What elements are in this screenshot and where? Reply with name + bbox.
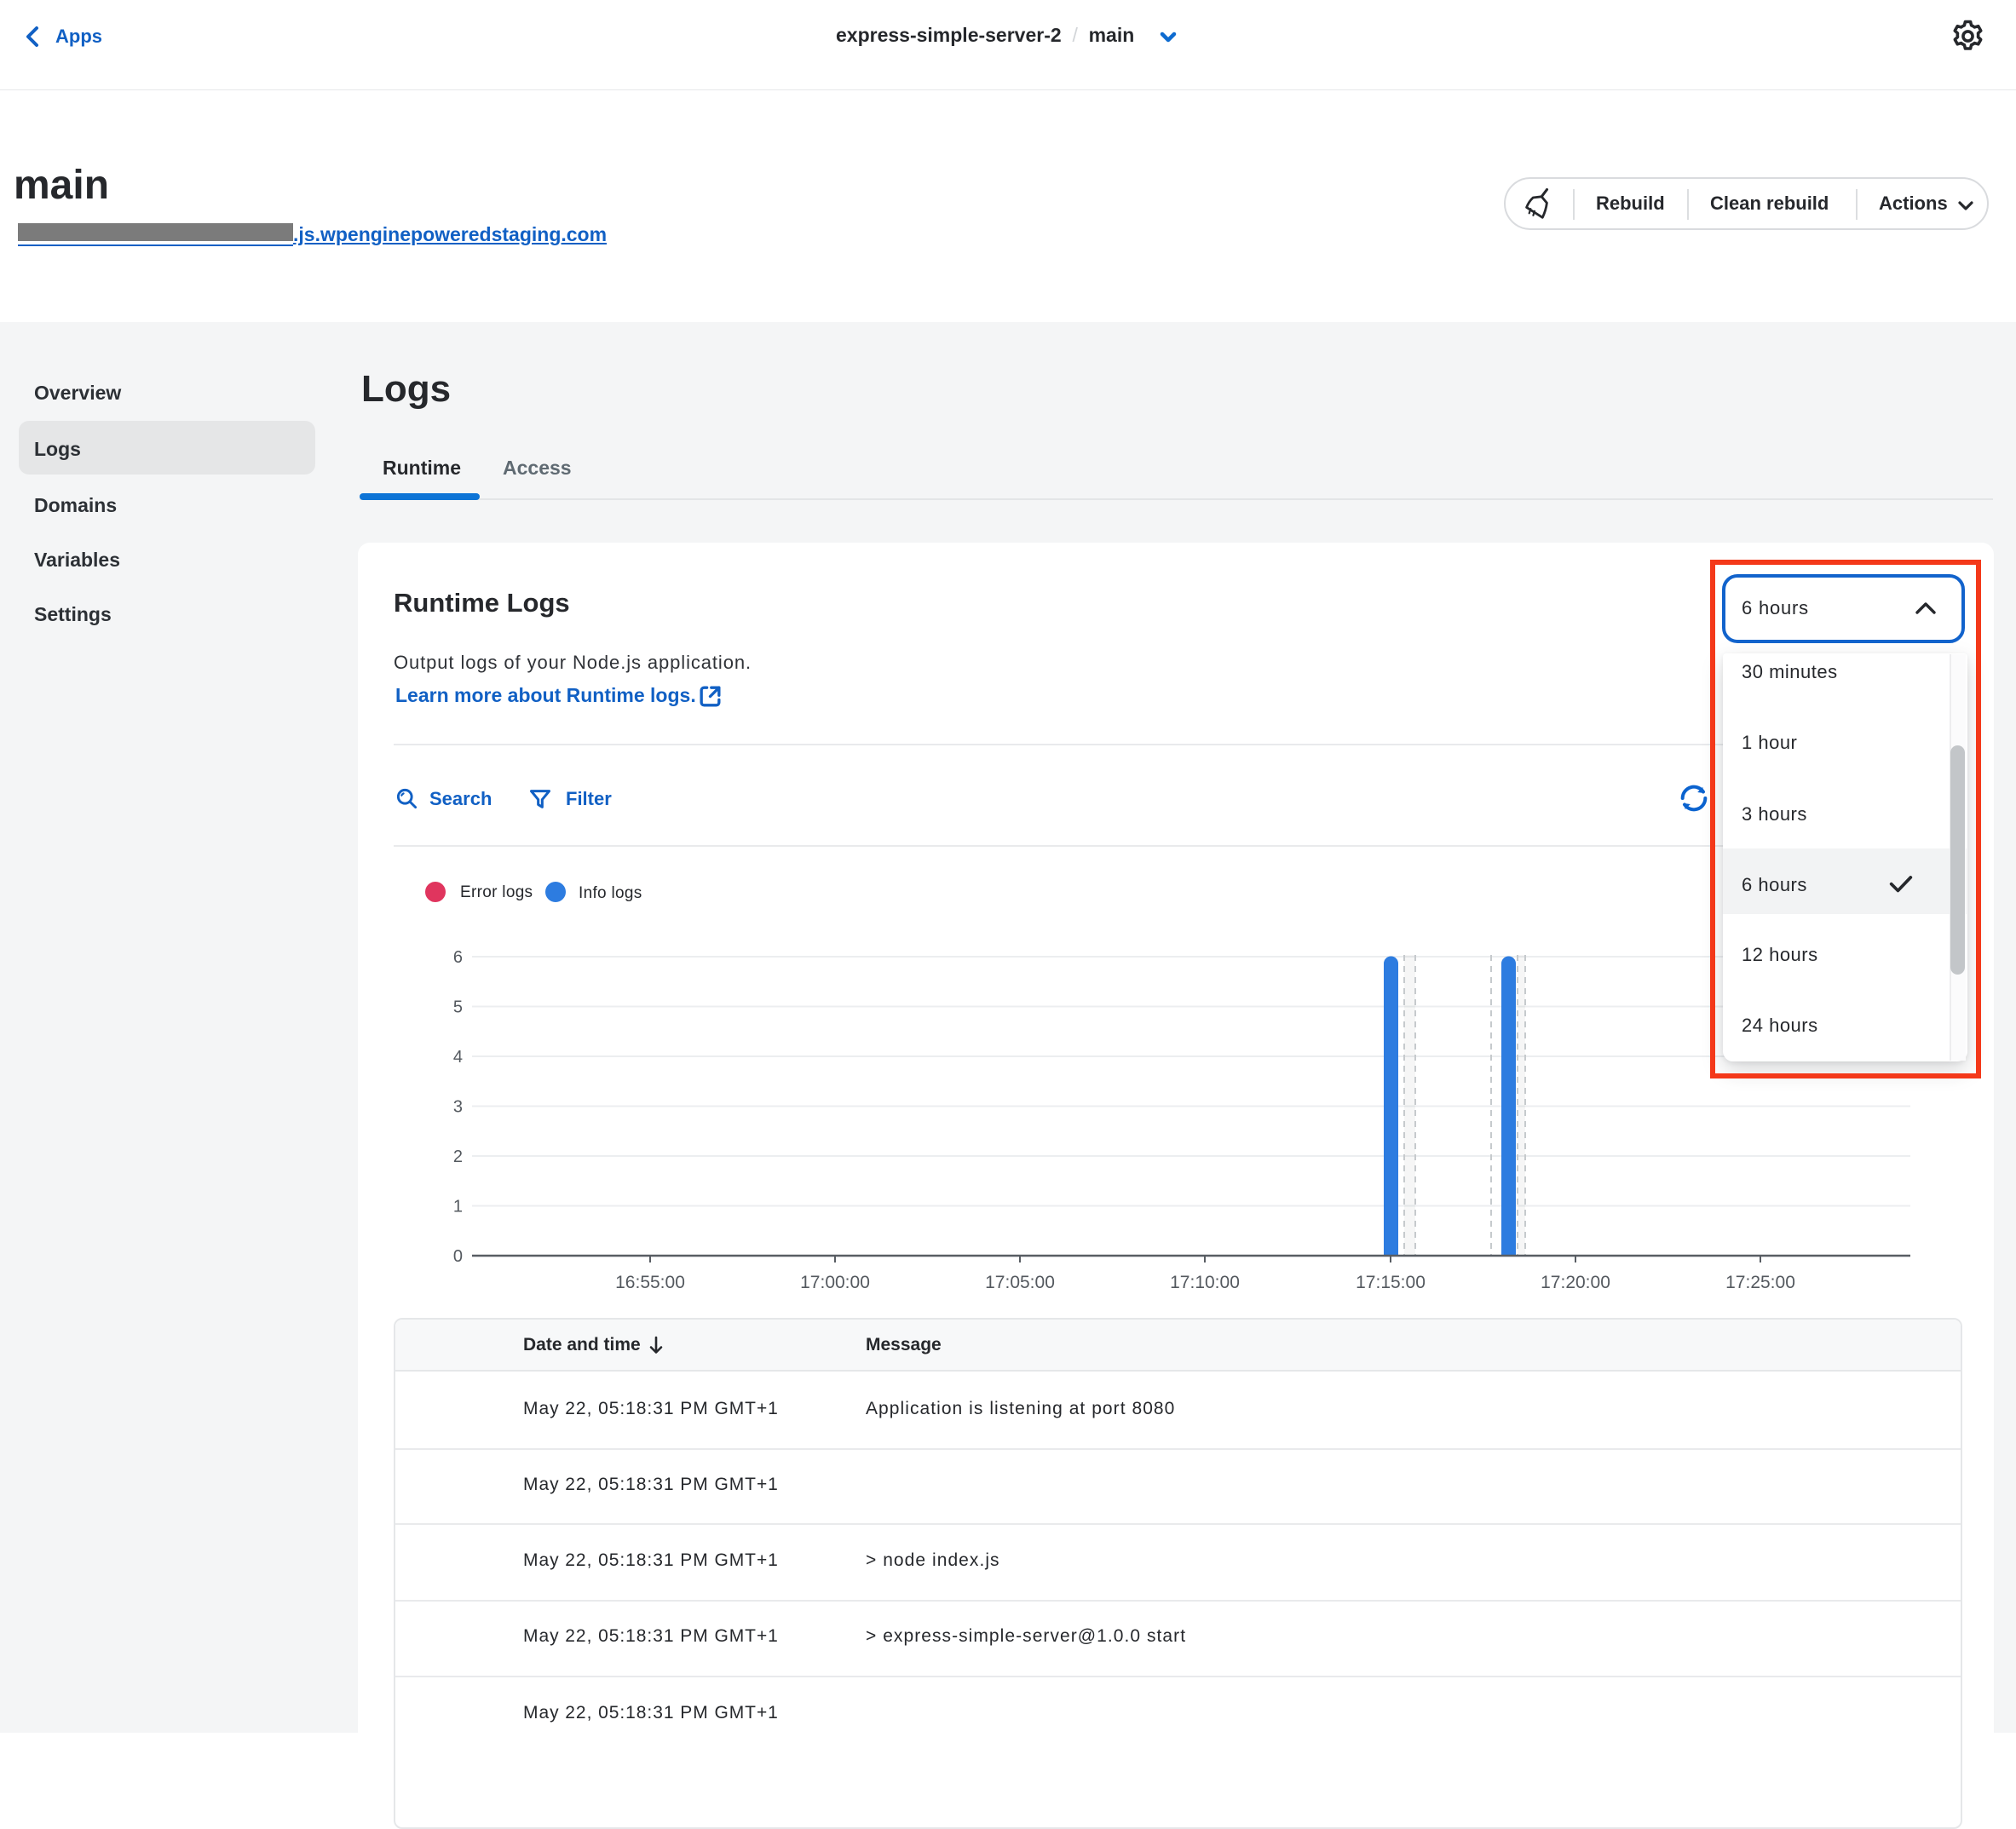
svg-text:3: 3: [453, 1098, 463, 1117]
svg-text:17:05:00: 17:05:00: [985, 1273, 1055, 1292]
svg-text:2: 2: [453, 1147, 463, 1166]
svg-text:17:15:00: 17:15:00: [1356, 1273, 1426, 1292]
svg-text:17:25:00: 17:25:00: [1725, 1273, 1795, 1292]
svg-text:1: 1: [453, 1198, 463, 1216]
svg-text:16:55:00: 16:55:00: [615, 1273, 685, 1292]
svg-text:0: 0: [453, 1247, 463, 1266]
svg-text:6: 6: [453, 948, 463, 967]
svg-text:5: 5: [453, 998, 463, 1017]
svg-text:4: 4: [453, 1048, 463, 1067]
svg-text:17:00:00: 17:00:00: [800, 1273, 870, 1292]
svg-text:17:10:00: 17:10:00: [1170, 1273, 1240, 1292]
svg-text:17:20:00: 17:20:00: [1541, 1273, 1610, 1292]
